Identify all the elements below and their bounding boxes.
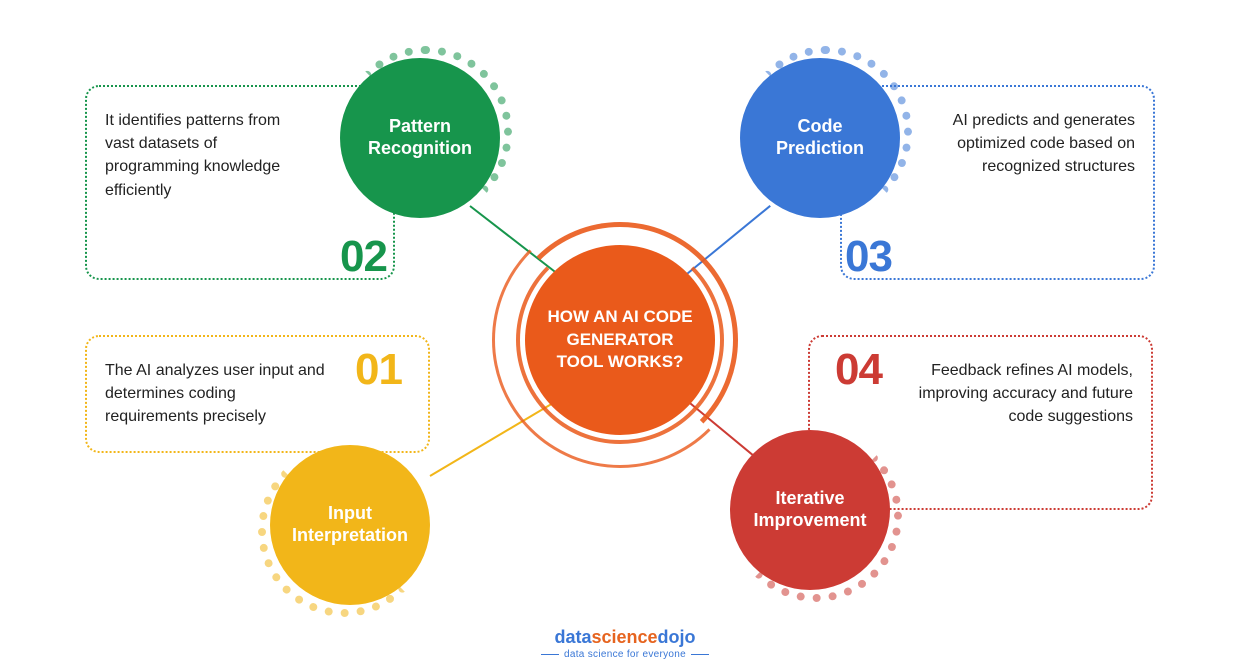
diagram-canvas: HOW AN AI CODE GENERATOR TOOL WORKS? Inpu… <box>0 0 1250 672</box>
center-hub: HOW AN AI CODE GENERATOR TOOL WORKS? <box>525 245 715 435</box>
step-label: Pattern Recognition <box>356 116 484 159</box>
step-circle-code-prediction: Code Prediction <box>740 58 900 218</box>
center-title: HOW AN AI CODE GENERATOR TOOL WORKS? <box>545 306 695 375</box>
brand-part1: data <box>554 627 591 647</box>
step-circle-input-interpretation: Input Interpretation <box>270 445 430 605</box>
step-desc: The AI analyzes user input and determine… <box>105 362 325 425</box>
step-number-input-interpretation: 01 <box>355 345 402 395</box>
step-desc: AI predicts and generates optimized code… <box>953 112 1135 175</box>
step-circle-iterative-improvement: Iterative Improvement <box>730 430 890 590</box>
brand-main: datasciencedojo <box>536 627 714 648</box>
brand-tagline: data science for everyone <box>536 649 714 660</box>
step-number-pattern-recognition: 02 <box>340 232 387 282</box>
step-desc: Feedback refines AI models, improving ac… <box>919 362 1133 425</box>
step-label: Code Prediction <box>756 116 884 159</box>
step-circle-pattern-recognition: Pattern Recognition <box>340 58 500 218</box>
step-desc: It identifies patterns from vast dataset… <box>105 112 280 199</box>
step-number-code-prediction: 03 <box>845 232 892 282</box>
step-label: Input Interpretation <box>286 503 414 546</box>
brand-part3: dojo <box>658 627 696 647</box>
brand-part2: science <box>591 627 657 647</box>
brand-logo: datasciencedojodata science for everyone <box>536 627 714 660</box>
step-number-iterative-improvement: 04 <box>835 345 882 395</box>
step-label: Iterative Improvement <box>746 488 874 531</box>
